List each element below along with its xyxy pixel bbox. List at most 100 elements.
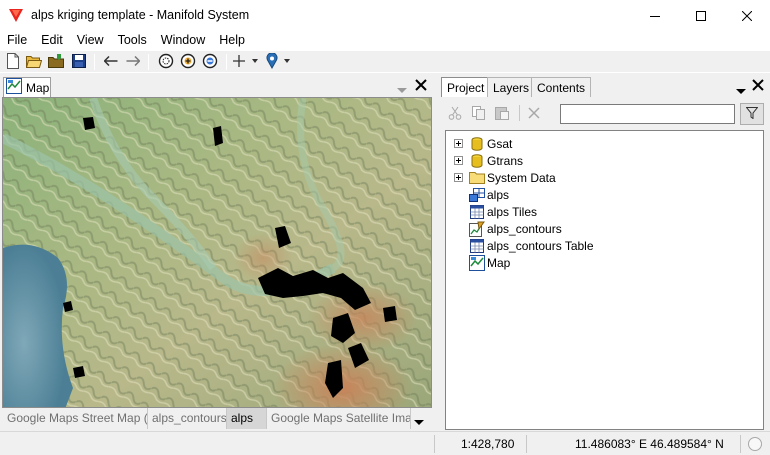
map-icon [469,254,485,271]
menu-view[interactable]: View [70,31,111,51]
tree-item-system-data[interactable]: System Data [454,169,556,186]
paste-icon[interactable] [494,105,510,121]
tab-layers[interactable]: Layers [487,77,536,97]
layer-tab-bar: Google Maps Street Map (T... alps_contou… [0,408,434,430]
open-folder-icon [48,53,64,71]
project-pane: Project Layers Contents Gsat Gtrans Syst… [439,75,770,431]
zoom-in-button[interactable] [179,53,197,71]
back-button[interactable] [102,53,120,71]
tree-item-map[interactable]: Map [469,254,510,271]
save-button[interactable] [70,53,88,71]
map-canvas[interactable] [2,97,432,408]
project-tab-bar: Project Layers Contents [439,75,770,97]
delete-icon[interactable] [526,105,542,121]
layer-tab-alps-contours[interactable]: alps_contours [148,408,227,429]
tree-item-label: Gtrans [487,153,524,168]
tab-map[interactable]: Map [3,77,51,97]
map-pane: Map Google Maps Street Map (alps_contou… [0,75,434,431]
copy-icon[interactable] [471,105,487,121]
cursor-coordinates: 11.486083° E 46.489584° N [575,437,724,451]
maximize-button[interactable] [678,0,724,31]
layer-tab-google-street[interactable]: Google Maps Street Map (T... [3,408,148,429]
title-bar: alps kriging template - Manifold System [0,0,770,31]
pane-dropdown-icon[interactable] [736,84,746,98]
map-scale: 1:428,780 [461,437,515,451]
layer-tabs-dropdown-icon[interactable] [414,415,424,429]
project-search-input[interactable] [560,104,735,124]
tree-item-label: alps_contours [487,221,562,236]
filter-button[interactable] [740,103,764,125]
layer-tab-alps[interactable]: alps [227,408,267,429]
expand-icon[interactable] [454,156,463,165]
tree-item-alps-contours-table[interactable]: alps_contours Table [469,237,594,254]
tree-item-label: alps [487,187,510,202]
database-icon [469,153,485,169]
minimize-button[interactable] [632,0,678,31]
status-indicator-icon [748,437,762,451]
zoom-out-icon [202,53,218,72]
close-button[interactable] [724,0,770,31]
layer-tab-google-satellite[interactable]: Google Maps Satellite Imag... [267,408,411,429]
manifold-logo-icon [8,8,24,26]
minimize-icon [650,11,660,21]
map-icon [6,78,22,97]
menu-tools[interactable]: Tools [111,31,154,51]
project-tree: Gsat Gtrans System Data alps alps Tiles … [445,130,764,430]
back-icon [103,55,118,69]
filter-icon [745,106,759,122]
zoom-out-button[interactable] [201,53,219,71]
tab-contents[interactable]: Contents [531,77,592,97]
locate-pin-dropdown-button[interactable] [265,51,293,72]
menu-help[interactable]: Help [212,31,252,51]
forward-button[interactable] [124,53,142,71]
locate-pin-icon [266,51,292,72]
drawing-icon [469,221,485,237]
expand-icon[interactable] [454,139,463,148]
cut-icon[interactable] [447,105,463,121]
save-icon [72,53,86,71]
tree-item-label: Map [487,255,511,270]
close-icon [742,10,752,21]
menu-file[interactable]: File [0,31,34,51]
open-folder-button[interactable] [47,53,65,71]
tree-item-label: alps Tiles [487,204,538,219]
zoom-fit-button[interactable] [157,53,175,71]
pane-dropdown-icon[interactable] [397,83,407,97]
menu-edit[interactable]: Edit [34,31,70,51]
tree-item-alps-tiles[interactable]: alps Tiles [469,203,537,220]
tab-project[interactable]: Project [441,77,491,97]
table-icon [469,204,485,220]
tree-item-gsat[interactable]: Gsat [454,135,512,152]
folder-icon [469,170,485,186]
map-tab-bar: Map [0,75,434,97]
project-toolbar [439,97,770,129]
tiles-layer-icon [469,187,485,203]
add-dropdown-button[interactable] [232,53,260,71]
tree-item-alps[interactable]: alps [469,186,509,203]
open-icon [25,54,43,71]
maximize-icon [696,10,706,21]
open-button[interactable] [25,53,43,71]
add-icon [233,54,259,71]
tree-item-gtrans[interactable]: Gtrans [454,152,523,169]
tree-item-alps-contours[interactable]: alps_contours [469,220,562,237]
tree-item-label: Gsat [487,136,513,151]
tab-map-label: Map [26,80,50,95]
expand-icon[interactable] [454,173,463,182]
main-toolbar [0,51,770,73]
tree-item-label: System Data [487,170,556,185]
new-icon [6,52,20,72]
window-title: alps kriging template - Manifold System [31,8,250,22]
zoom-in-icon [180,53,196,72]
pane-close-icon[interactable] [415,79,427,94]
menu-bar: File Edit View Tools Window Help [0,31,770,51]
table-icon [469,238,485,254]
database-icon [469,136,485,152]
menu-window[interactable]: Window [154,31,212,51]
tree-item-label: alps_contours Table [487,238,594,253]
forward-icon [126,55,141,69]
new-button[interactable] [4,52,22,72]
status-bar: 1:428,780 11.486083° E 46.489584° N [0,431,770,455]
zoom-fit-icon [158,53,174,72]
pane-close-icon[interactable] [752,79,764,94]
